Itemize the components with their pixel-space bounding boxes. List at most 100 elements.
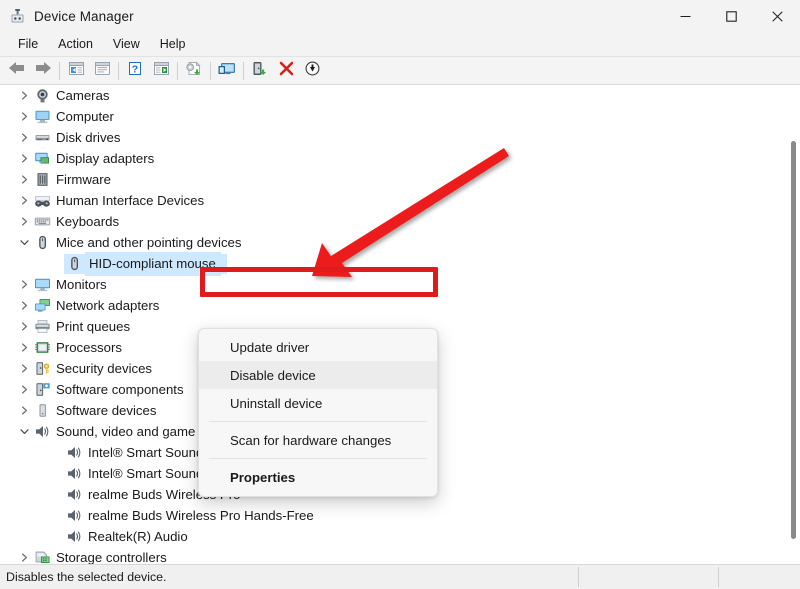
chevron-down-icon[interactable] — [16, 421, 32, 442]
tree-node[interactable]: Computer — [0, 106, 800, 127]
show-hide-console-tree-button[interactable] — [148, 59, 174, 83]
forward-arrow-icon — [34, 61, 52, 80]
close-button[interactable] — [754, 0, 800, 32]
tree-node-label: Network adapters — [56, 295, 159, 316]
speaker-icon — [64, 465, 84, 483]
chevron-right-icon[interactable] — [16, 148, 32, 169]
toolbar: ? — [0, 57, 800, 85]
storage-controller-icon — [32, 549, 52, 565]
console-tree-icon — [153, 61, 170, 81]
properties-button[interactable] — [89, 59, 115, 83]
tree-node[interactable]: Human Interface Devices — [0, 190, 800, 211]
tree-node[interactable]: Storage controllers — [0, 547, 800, 564]
title-bar: Device Manager — [0, 0, 800, 32]
red-x-icon — [279, 61, 294, 81]
title-bar-left: Device Manager — [0, 8, 134, 25]
status-bar-text: Disables the selected device. — [0, 570, 166, 584]
mouse-icon — [64, 255, 84, 273]
tree-node[interactable]: Firmware — [0, 169, 800, 190]
vertical-scrollbar[interactable] — [788, 87, 798, 562]
vertical-scrollbar-thumb[interactable] — [791, 141, 796, 539]
down-arrow-circle-icon — [305, 61, 320, 81]
chevron-right-icon[interactable] — [16, 358, 32, 379]
menu-item-action[interactable]: Action — [48, 34, 103, 55]
tree-node[interactable]: Cameras — [0, 85, 800, 106]
enable-device-icon — [251, 61, 269, 81]
computer-icon — [32, 108, 52, 126]
tree-node[interactable]: Disk drives — [0, 127, 800, 148]
toolbar-separator — [118, 62, 119, 80]
back-button[interactable] — [4, 59, 30, 83]
menu-item-help[interactable]: Help — [150, 34, 196, 55]
tree-node[interactable]: Mice and other pointing devices — [0, 232, 800, 253]
tree-node[interactable]: Display adapters — [0, 148, 800, 169]
disable-device-button[interactable] — [299, 59, 325, 83]
chevron-right-icon[interactable] — [16, 190, 32, 211]
hid-icon — [32, 192, 52, 210]
tree-node[interactable]: Network adapters — [0, 295, 800, 316]
firmware-icon — [32, 171, 52, 189]
maximize-button[interactable] — [708, 0, 754, 32]
menu-bar: File Action View Help — [0, 32, 800, 57]
tree-node-label: Software devices — [56, 400, 156, 421]
chevron-right-icon[interactable] — [16, 274, 32, 295]
device-manager-window: Device Manager File Action View Help — [0, 0, 800, 589]
tree-node[interactable]: Realtek(R) Audio — [0, 526, 800, 547]
context-menu-item-scan-for-hardware-changes[interactable]: Scan for hardware changes — [199, 426, 437, 454]
toolbar-separator — [177, 62, 178, 80]
update-driver-button[interactable] — [181, 59, 207, 83]
chevron-right-icon[interactable] — [16, 169, 32, 190]
uninstall-device-button[interactable] — [273, 59, 299, 83]
scan-for-hardware-changes-button[interactable] — [214, 59, 240, 83]
help-button[interactable]: ? — [122, 59, 148, 83]
tree-node-label: Disk drives — [56, 127, 120, 148]
highlight-rectangle-annotation — [200, 267, 438, 297]
context-menu-item-uninstall-device[interactable]: Uninstall device — [199, 389, 437, 417]
status-bar-divider — [718, 567, 719, 587]
speaker-icon — [64, 528, 84, 546]
speaker-icon — [64, 486, 84, 504]
context-menu: Update driver Disable device Uninstall d… — [198, 328, 438, 497]
printer-icon — [32, 318, 52, 336]
chevron-placeholder — [48, 253, 64, 274]
chevron-right-icon[interactable] — [16, 316, 32, 337]
tree-node-label: Processors — [56, 337, 122, 358]
up-one-level-button[interactable] — [63, 59, 89, 83]
menu-item-file[interactable]: File — [8, 34, 48, 55]
chevron-right-icon[interactable] — [16, 211, 32, 232]
tree-node[interactable]: realme Buds Wireless Pro Hands-Free — [0, 505, 800, 526]
properties-window-icon — [94, 61, 111, 81]
context-menu-separator — [209, 421, 427, 422]
chevron-right-icon[interactable] — [16, 127, 32, 148]
tree-node-label: Print queues — [56, 316, 130, 337]
context-menu-item-disable-device[interactable]: Disable device — [199, 361, 437, 389]
context-menu-item-update-driver[interactable]: Update driver — [199, 333, 437, 361]
minimize-button[interactable] — [662, 0, 708, 32]
context-menu-item-properties[interactable]: Properties — [199, 463, 437, 491]
help-question-icon: ? — [127, 61, 143, 81]
display-adapter-icon — [32, 150, 52, 168]
chevron-right-icon[interactable] — [16, 295, 32, 316]
enable-device-button[interactable] — [247, 59, 273, 83]
chevron-right-icon[interactable] — [16, 379, 32, 400]
menu-item-view[interactable]: View — [103, 34, 150, 55]
tree-node-label: Cameras — [56, 85, 110, 106]
monitor-icon — [32, 276, 52, 294]
chevron-placeholder — [48, 463, 64, 484]
up-level-icon — [68, 61, 85, 81]
window-controls — [662, 0, 800, 32]
tree-node-label: Monitors — [56, 274, 107, 295]
chevron-right-icon[interactable] — [16, 106, 32, 127]
software-component-icon — [32, 381, 52, 399]
chevron-right-icon[interactable] — [16, 547, 32, 564]
forward-button[interactable] — [30, 59, 56, 83]
device-tree-pane[interactable]: CamerasComputerDisk drivesDisplay adapte… — [0, 85, 800, 564]
tree-node[interactable]: Keyboards — [0, 211, 800, 232]
chevron-right-icon[interactable] — [16, 85, 32, 106]
speaker-icon — [64, 507, 84, 525]
chevron-right-icon[interactable] — [16, 337, 32, 358]
speaker-icon — [64, 444, 84, 462]
svg-text:?: ? — [132, 63, 138, 75]
chevron-right-icon[interactable] — [16, 400, 32, 421]
chevron-down-icon[interactable] — [16, 232, 32, 253]
